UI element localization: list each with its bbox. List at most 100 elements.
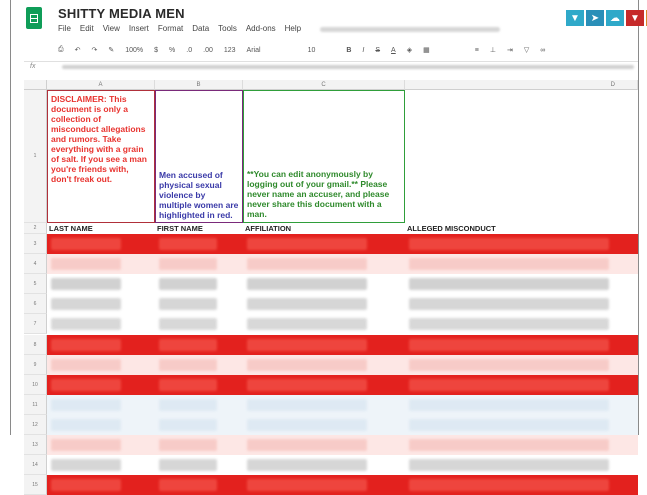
- sheets-logo-icon[interactable]: [26, 7, 42, 29]
- column-header-c[interactable]: C: [243, 80, 405, 90]
- percent-button[interactable]: %: [169, 47, 175, 54]
- borders-icon[interactable]: ▦: [423, 46, 430, 54]
- zoom-select[interactable]: 100%: [125, 47, 143, 54]
- table-row[interactable]: [47, 414, 638, 435]
- last-edit-status-blurred: [320, 27, 500, 32]
- cloud-extension-icon[interactable]: ☁: [606, 10, 624, 26]
- text-color-button[interactable]: A: [391, 47, 396, 54]
- print-icon[interactable]: ⎙: [58, 46, 64, 54]
- font-select[interactable]: Arial: [247, 47, 261, 54]
- row-header[interactable]: 10: [24, 374, 47, 395]
- redacted-cell-content: [247, 439, 367, 452]
- align-bottom-icon[interactable]: ⊥: [490, 46, 496, 54]
- menu-addons[interactable]: Add-ons: [246, 24, 276, 33]
- fill-color-icon[interactable]: ◈: [407, 46, 412, 54]
- bold-button[interactable]: B: [346, 47, 351, 54]
- menu-help[interactable]: Help: [285, 24, 301, 33]
- redacted-cell-content: [247, 318, 367, 331]
- increase-decimal-button[interactable]: .00: [203, 47, 213, 54]
- row-header[interactable]: 15: [24, 475, 47, 495]
- redacted-cell-content: [159, 398, 217, 411]
- strikethrough-button[interactable]: S: [375, 47, 380, 54]
- row-header[interactable]: 3: [24, 234, 47, 255]
- redacted-cell-content: [51, 278, 121, 291]
- table-row[interactable]: [47, 234, 638, 255]
- redacted-cell-content: [51, 418, 121, 431]
- select-all-corner[interactable]: [24, 80, 47, 90]
- row-header[interactable]: 9: [24, 354, 47, 375]
- redo-icon[interactable]: ↷: [91, 46, 97, 54]
- row-header[interactable]: 5: [24, 274, 47, 295]
- menu-file[interactable]: File: [58, 24, 71, 33]
- row-header-2[interactable]: 2: [24, 223, 47, 234]
- redacted-cell-content: [409, 418, 609, 431]
- redacted-cell-content: [51, 318, 121, 331]
- paint-format-icon[interactable]: ✎: [108, 46, 114, 54]
- undo-icon[interactable]: ↶: [75, 46, 81, 54]
- menu-tools[interactable]: Tools: [218, 24, 237, 33]
- table-row[interactable]: [47, 254, 638, 275]
- menu-data[interactable]: Data: [192, 24, 209, 33]
- table-row[interactable]: [47, 334, 638, 355]
- disclaimer-cell[interactable]: DISCLAIMER: This document is only a coll…: [47, 90, 155, 223]
- column-title-alleged-misconduct[interactable]: ALLEGED MISCONDUCT: [405, 223, 496, 234]
- anonymous-note-cell[interactable]: **You can edit anonymously by logging ou…: [243, 90, 405, 223]
- row-header[interactable]: 11: [24, 394, 47, 415]
- formula-content-blurred: [62, 65, 634, 69]
- spreadsheet-grid: A B C D 1 2 3 4 5 6 7 8 9 10 11 12 13 14 15 DISCLAIM…: [24, 80, 638, 495]
- table-row[interactable]: [47, 314, 638, 335]
- formula-bar[interactable]: fx: [24, 61, 638, 73]
- table-row[interactable]: [47, 394, 638, 415]
- wrap-text-icon[interactable]: ⇥: [507, 46, 513, 54]
- row-header[interactable]: 8: [24, 334, 47, 355]
- row-header[interactable]: 13: [24, 435, 47, 456]
- table-row[interactable]: [47, 374, 638, 395]
- menu-insert[interactable]: Insert: [129, 24, 149, 33]
- redacted-cell-content: [247, 479, 367, 492]
- redacted-cell-content: [247, 298, 367, 311]
- redacted-cell-content: [51, 459, 121, 472]
- column-title-last-name[interactable]: LAST NAME: [47, 223, 93, 234]
- redacted-cell-content: [409, 278, 609, 291]
- table-row[interactable]: [47, 435, 638, 456]
- red-highlight-note-cell[interactable]: Men accused of physical sexual violence …: [155, 90, 243, 223]
- redacted-cell-content: [409, 479, 609, 492]
- redacted-cell-content: [159, 378, 217, 391]
- redacted-cell-content: [409, 378, 609, 391]
- redacted-cell-content: [409, 358, 609, 371]
- menu-edit[interactable]: Edit: [80, 24, 94, 33]
- document-title[interactable]: SHITTY MEDIA MEN: [58, 6, 185, 21]
- table-row[interactable]: [47, 354, 638, 375]
- column-header-d[interactable]: D: [405, 80, 638, 90]
- redacted-cell-content: [159, 238, 217, 251]
- row-header[interactable]: 12: [24, 414, 47, 435]
- filter-extension-icon[interactable]: ▼: [566, 10, 584, 26]
- row-header[interactable]: 7: [24, 314, 47, 335]
- column-title-affiliation[interactable]: AFFILIATION: [243, 223, 291, 234]
- table-row[interactable]: [47, 455, 638, 476]
- decrease-decimal-button[interactable]: .0: [186, 47, 192, 54]
- menu-format[interactable]: Format: [158, 24, 183, 33]
- number-format-button[interactable]: 123: [224, 47, 236, 54]
- table-row[interactable]: [47, 274, 638, 295]
- flag-extension-icon[interactable]: ▼: [626, 10, 644, 26]
- filter-icon[interactable]: ▽: [524, 46, 529, 54]
- link-icon[interactable]: ∞: [540, 47, 545, 54]
- merge-cells-icon[interactable]: ≡: [475, 47, 479, 54]
- table-row[interactable]: [47, 475, 638, 495]
- redacted-cell-content: [51, 338, 121, 351]
- share-extension-icon[interactable]: ➤: [586, 10, 604, 26]
- redacted-cell-content: [247, 358, 367, 371]
- currency-button[interactable]: $: [154, 47, 158, 54]
- row-header[interactable]: 4: [24, 254, 47, 275]
- column-header-b[interactable]: B: [155, 80, 243, 90]
- column-title-first-name[interactable]: FIRST NAME: [155, 223, 203, 234]
- row-header-1[interactable]: 1: [24, 90, 47, 223]
- column-header-a[interactable]: A: [47, 80, 155, 90]
- row-header[interactable]: 6: [24, 294, 47, 315]
- row-header[interactable]: 14: [24, 455, 47, 476]
- menu-view[interactable]: View: [103, 24, 120, 33]
- table-row[interactable]: [47, 294, 638, 315]
- italic-button[interactable]: I: [362, 47, 364, 54]
- font-size-select[interactable]: 10: [308, 47, 316, 54]
